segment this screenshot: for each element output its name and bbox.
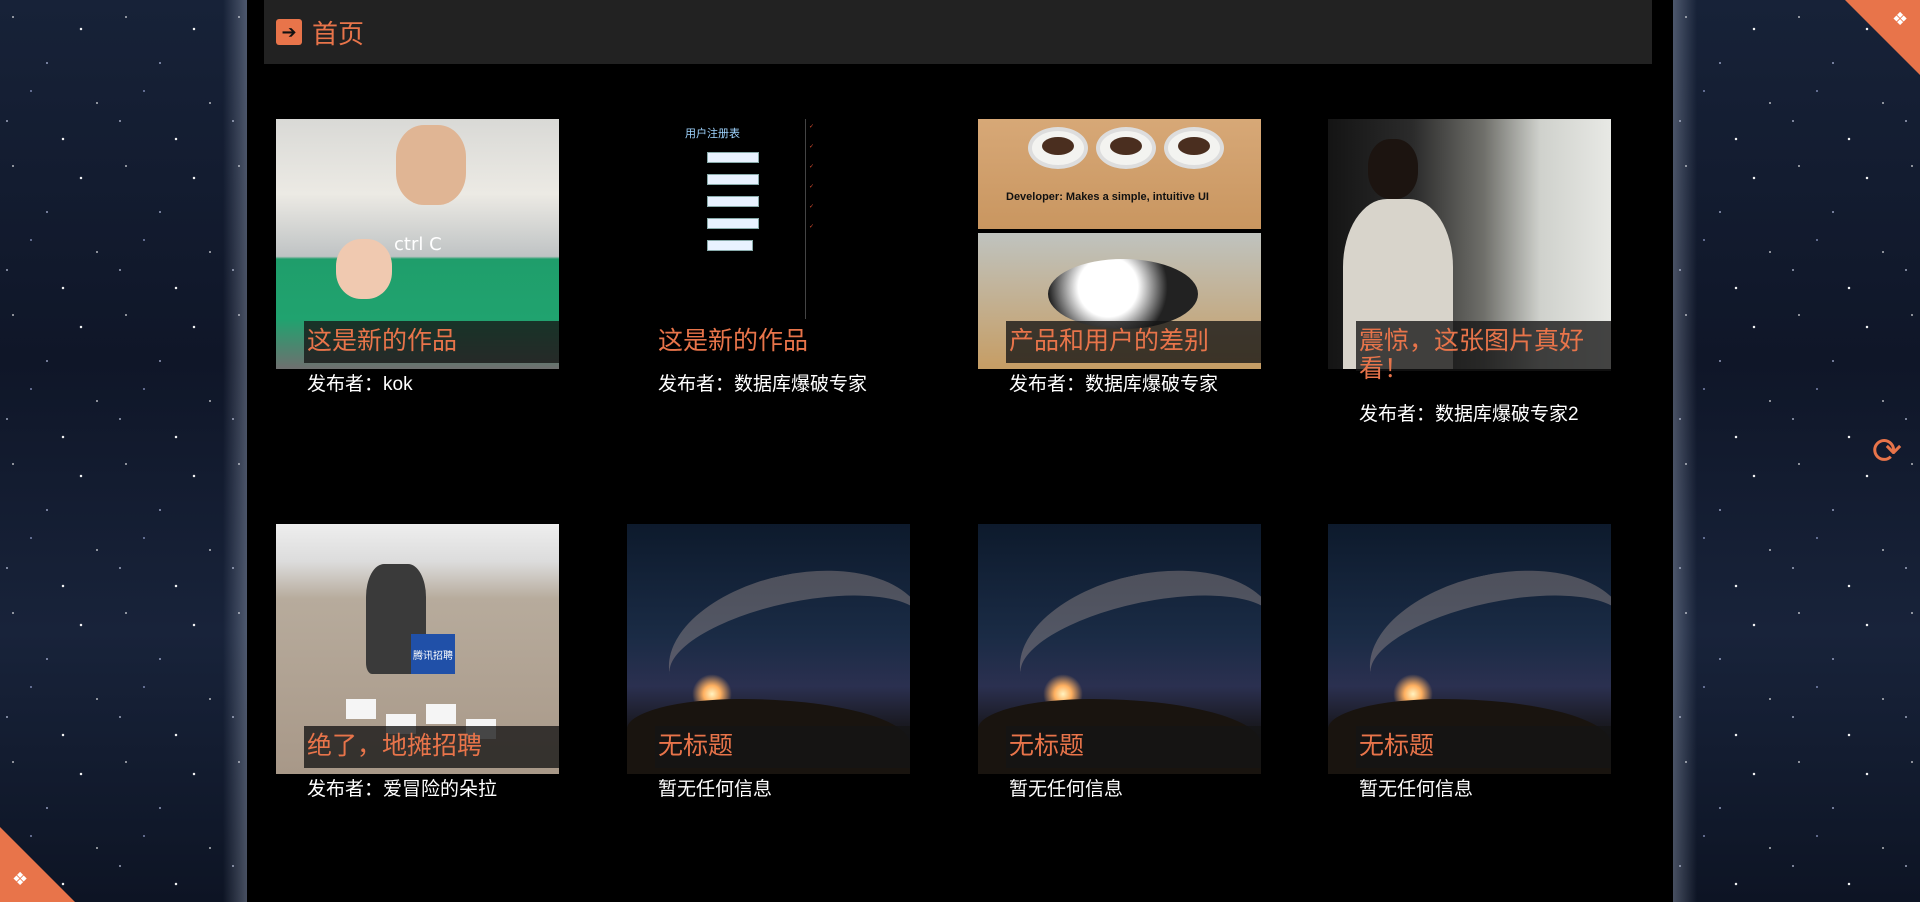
arrow-right-icon[interactable]: ➔ xyxy=(276,19,302,45)
form-field xyxy=(707,240,753,251)
work-title[interactable]: 这是新的作品 xyxy=(658,327,898,355)
home-link[interactable]: 首页 xyxy=(312,14,364,51)
main-content: ➔ 首页 ctrl C 这是新的作品 发布者：kok 用户注册表 ✓ ✓ ✓ ✓… xyxy=(247,0,1673,902)
corner-ribbon-top-right[interactable] xyxy=(1845,0,1920,75)
form-title: 用户注册表 xyxy=(685,128,740,140)
work-author: 发布者：数据库爆破专家 xyxy=(1009,374,1219,395)
work-card[interactable]: ctrl C 这是新的作品 发布者：kok xyxy=(276,119,559,395)
work-title[interactable]: 震惊，这张图片真好看！ xyxy=(1359,327,1599,383)
divider xyxy=(805,119,806,319)
cat xyxy=(1048,259,1198,329)
work-title[interactable]: 无标题 xyxy=(658,732,898,760)
work-card[interactable]: 无标题 暂无任何信息 xyxy=(978,524,1261,800)
form-field xyxy=(707,152,759,163)
validation-text: ✓ xyxy=(809,144,815,150)
work-author: 发布者：数据库爆破专家 xyxy=(658,374,868,395)
grid-icon[interactable]: ❖ xyxy=(1892,10,1908,28)
work-card[interactable]: 震惊，这张图片真好看！ 发布者：数据库爆破专家2 xyxy=(1328,119,1611,425)
paper xyxy=(426,704,456,724)
work-card[interactable]: 无标题 暂无任何信息 xyxy=(1328,524,1611,800)
paper xyxy=(346,699,376,719)
bowl xyxy=(1164,127,1224,169)
validation-text: ✓ xyxy=(809,204,815,210)
work-card[interactable]: 用户注册表 ✓ ✓ ✓ ✓ ✓ ✓ 这是新的作品 发布者：数据库爆破专家 xyxy=(627,119,910,395)
work-author: 发布者：kok xyxy=(307,374,413,395)
validation-text: ✓ xyxy=(809,164,815,170)
refresh-icon[interactable]: ⟳ xyxy=(1868,433,1906,471)
form-field xyxy=(707,174,759,185)
work-author: 暂无任何信息 xyxy=(658,779,773,800)
work-title[interactable]: 无标题 xyxy=(1009,732,1249,760)
work-card[interactable]: 无标题 暂无任何信息 xyxy=(627,524,910,800)
work-title[interactable]: 绝了，地摊招聘 xyxy=(307,732,547,760)
form-field xyxy=(707,196,759,207)
form-field xyxy=(707,218,759,229)
work-author: 发布者：爱冒险的朵拉 xyxy=(307,779,498,800)
work-author: 暂无任何信息 xyxy=(1009,779,1124,800)
breadcrumb-bar: ➔ 首页 xyxy=(264,0,1652,64)
work-card[interactable]: 腾讯招聘 绝了，地摊招聘 发布者：爱冒险的朵拉 xyxy=(276,524,559,800)
validation-text: ✓ xyxy=(809,224,815,230)
woman-head xyxy=(1368,139,1418,199)
baby xyxy=(336,239,392,299)
shirt-text: ctrl C xyxy=(394,234,442,255)
work-title[interactable]: 这是新的作品 xyxy=(307,327,547,355)
corner-ribbon-bottom-left[interactable] xyxy=(0,827,75,902)
recruit-sign: 腾讯招聘 xyxy=(411,634,455,674)
work-author: 暂无任何信息 xyxy=(1359,779,1474,800)
grid-icon[interactable]: ❖ xyxy=(12,870,28,888)
bowl xyxy=(1028,127,1088,169)
bowl xyxy=(1096,127,1156,169)
starfield-left-panel xyxy=(0,0,247,902)
meme-caption: Developer: Makes a simple, intuitive UI xyxy=(1006,191,1209,203)
validation-text: ✓ xyxy=(809,124,815,130)
work-author: 发布者：数据库爆破专家2 xyxy=(1359,404,1579,425)
validation-text: ✓ xyxy=(809,184,815,190)
man-face xyxy=(396,125,466,205)
work-card[interactable]: Developer: Makes a simple, intuitive UI … xyxy=(978,119,1261,395)
work-title[interactable]: 无标题 xyxy=(1359,732,1599,760)
work-title[interactable]: 产品和用户的差别 xyxy=(1009,327,1249,355)
